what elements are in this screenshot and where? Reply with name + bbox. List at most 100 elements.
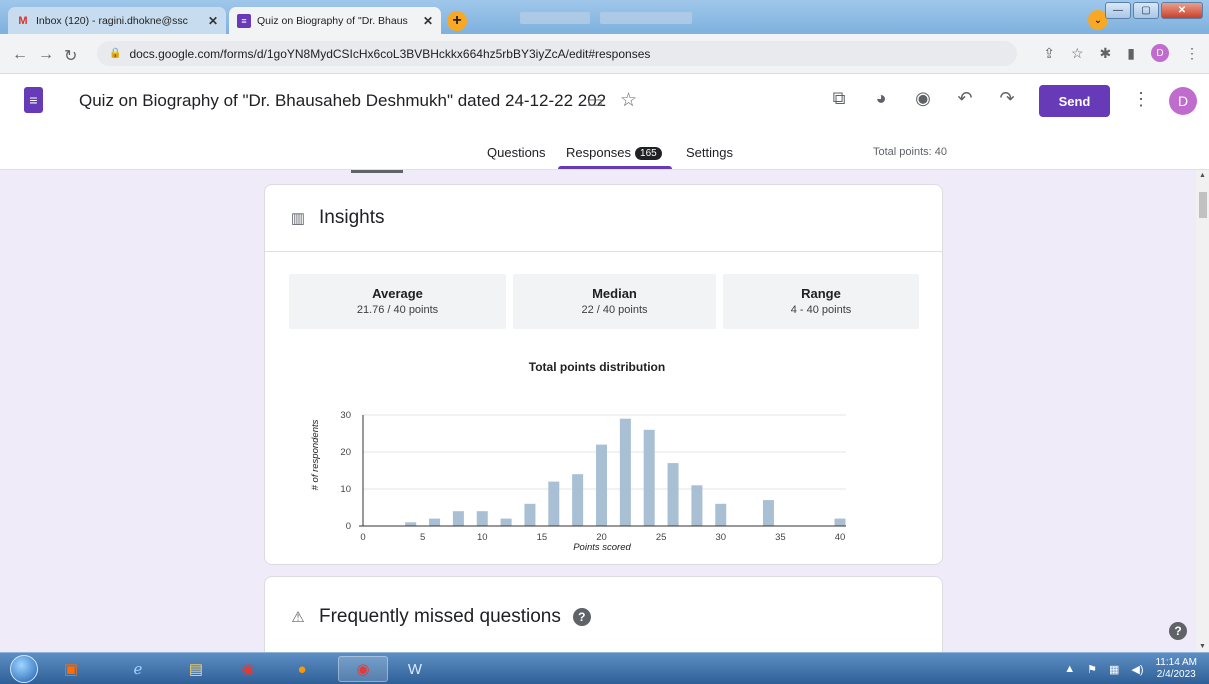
chart-bars xyxy=(405,418,846,526)
blurred-tab xyxy=(520,12,590,24)
palette-icon[interactable]: ◕ xyxy=(870,88,892,109)
minimize-icon[interactable]: — xyxy=(1105,2,1131,19)
redo-icon[interactable]: ↷ xyxy=(996,88,1018,109)
word-icon[interactable]: W xyxy=(395,656,435,682)
chart-bar xyxy=(715,503,727,526)
points-distribution-chart: Total points distribution # of responden… xyxy=(310,360,846,553)
move-to-folder-icon[interactable]: ▭ xyxy=(587,92,603,112)
chrome-icon[interactable]: ◉ xyxy=(228,656,268,682)
stat-label: Median xyxy=(592,286,637,301)
office-app-icon[interactable]: ▣ xyxy=(58,656,84,682)
close-icon[interactable]: ✕ xyxy=(208,14,218,28)
system-tray: ▲ ⚑ ▦ ◀) 11:14 AM 2/4/2023 xyxy=(1064,657,1197,681)
preview-eye-icon[interactable]: ◉ xyxy=(912,88,934,109)
tab-title: Inbox (120) - ragini.dhokne@ssc xyxy=(36,14,188,27)
chart-bar xyxy=(572,474,584,526)
chart-y-axis-label: # of respondents xyxy=(310,419,321,490)
chart-x-tick-label: 35 xyxy=(775,532,786,543)
gmail-icon: M xyxy=(18,14,28,27)
clock[interactable]: 11:14 AM 2/4/2023 xyxy=(1155,657,1197,681)
more-vert-icon[interactable]: ⋮ xyxy=(1132,89,1150,110)
chart-x-tick-label: 15 xyxy=(537,532,548,543)
undo-icon[interactable]: ↶ xyxy=(954,88,976,109)
chart-bar xyxy=(524,503,536,526)
chart-bar xyxy=(476,511,488,526)
internet-explorer-icon[interactable]: ℯ xyxy=(118,656,158,682)
volume-icon[interactable]: ◀) xyxy=(1131,663,1143,676)
header-actions: ⧉ ◕ ◉ ↶ ↷ xyxy=(828,88,1018,109)
file-explorer-icon[interactable]: ▤ xyxy=(176,656,216,682)
reload-icon[interactable]: ↻ xyxy=(64,46,77,66)
tab-questions[interactable]: Questions xyxy=(487,145,546,160)
summary-tab-indicator xyxy=(351,170,403,173)
action-center-icon[interactable]: ⚑ xyxy=(1087,663,1097,676)
tab-responses-label: Responses xyxy=(566,145,632,160)
close-window-icon[interactable]: ✕ xyxy=(1161,2,1203,19)
chart-bar xyxy=(548,481,560,526)
tab-settings[interactable]: Settings xyxy=(686,145,733,160)
tab-responses[interactable]: Responses 165 xyxy=(566,145,662,160)
menu-dots-icon[interactable]: ⋮ xyxy=(1185,45,1199,62)
chart-x-tick-label: 30 xyxy=(715,532,726,543)
tray-expand-icon[interactable]: ▲ xyxy=(1064,663,1075,675)
chart-bar xyxy=(429,518,441,526)
insights-card: ▥ Insights Average 21.76 / 40 points Med… xyxy=(264,184,943,565)
alert-box-icon: ⚠ xyxy=(291,609,305,626)
stat-label: Range xyxy=(801,286,841,301)
insights-header: ▥ Insights xyxy=(265,185,942,252)
chart-bar xyxy=(691,485,703,526)
chart-bar xyxy=(667,463,679,526)
addon-puzzle-icon[interactable]: ⧉ xyxy=(828,88,850,109)
browser-toolbar: ← → ↻ 🔒 docs.google.com/forms/d/1goYN8My… xyxy=(0,34,1209,74)
chart-bar xyxy=(500,518,512,526)
frequently-missed-header: ⚠ Frequently missed questions ? xyxy=(265,577,942,652)
responses-count-badge: 165 xyxy=(635,147,662,160)
stat-value: 21.76 / 40 points xyxy=(356,304,439,316)
chrome-active-icon[interactable]: ◉ xyxy=(338,656,388,682)
tab-quiz-form[interactable]: ≡ Quiz on Biography of "Dr. Bhaus ✕ xyxy=(229,7,441,34)
chart-x-tick-label: 40 xyxy=(835,532,846,543)
window-controls: — ▢ ✕ xyxy=(1105,2,1203,19)
back-icon[interactable]: ← xyxy=(12,46,28,64)
help-icon[interactable]: ? xyxy=(572,608,591,626)
star-icon[interactable]: ☆ xyxy=(620,89,637,112)
stat-value: 4 - 40 points xyxy=(790,304,852,316)
bookmark-star-icon[interactable]: ☆ xyxy=(1071,45,1084,62)
scroll-down-icon[interactable]: ▼ xyxy=(1199,643,1206,650)
network-icon[interactable]: ▦ xyxy=(1109,663,1119,676)
clock-date: 2/4/2023 xyxy=(1156,669,1196,680)
forward-icon[interactable]: → xyxy=(38,46,54,64)
profile-avatar[interactable]: D xyxy=(1151,44,1169,62)
chart-y-tick-label: 20 xyxy=(340,447,351,458)
tab-gmail-inbox[interactable]: M Inbox (120) - ragini.dhokne@ssc ✕ xyxy=(8,7,226,34)
address-bar[interactable]: 🔒 docs.google.com/forms/d/1goYN8MydCSIcH… xyxy=(97,41,1017,66)
form-title[interactable]: Quiz on Biography of "Dr. Bhausaheb Desh… xyxy=(79,91,606,111)
active-tab-indicator xyxy=(558,166,672,169)
start-button-icon[interactable] xyxy=(10,655,38,683)
account-avatar[interactable]: D xyxy=(1169,87,1197,115)
maximize-icon[interactable]: ▢ xyxy=(1133,2,1159,19)
send-button[interactable]: Send xyxy=(1039,85,1110,117)
chart-bar xyxy=(834,518,846,526)
stat-label: Average xyxy=(372,286,423,301)
scroll-thumb[interactable] xyxy=(1199,192,1207,218)
extensions-icon[interactable]: ✱ xyxy=(1100,45,1112,62)
scroll-up-icon[interactable]: ▲ xyxy=(1199,172,1206,179)
firefox-icon[interactable]: ● xyxy=(282,656,322,682)
chart-title: Total points distribution xyxy=(529,360,665,374)
floating-help-icon[interactable]: ? xyxy=(1169,622,1187,640)
google-forms-logo-icon[interactable]: ≡ xyxy=(24,87,43,113)
page-scrollbar[interactable]: ▲ ▼ xyxy=(1196,170,1209,652)
chart-bar xyxy=(596,444,607,526)
forms-header: ≡ Quiz on Biography of "Dr. Bhausaheb De… xyxy=(0,74,1209,170)
browser-tab-bar: M Inbox (120) - ragini.dhokne@ssc ✕ ≡ Qu… xyxy=(0,0,1209,34)
side-panel-icon[interactable]: ▮ xyxy=(1127,45,1135,62)
url-text: docs.google.com/forms/d/1goYN8MydCSIcHx6… xyxy=(129,46,651,61)
close-icon[interactable]: ✕ xyxy=(423,14,433,28)
tab-title: Quiz on Biography of "Dr. Bhaus xyxy=(257,14,408,27)
frequently-missed-title: Frequently missed questions xyxy=(319,606,561,627)
chart-x-tick-label: 20 xyxy=(596,532,607,543)
share-icon[interactable]: ⇪ xyxy=(1043,45,1055,62)
new-tab-button[interactable]: + xyxy=(447,11,467,31)
clock-time: 11:14 AM xyxy=(1155,657,1197,668)
